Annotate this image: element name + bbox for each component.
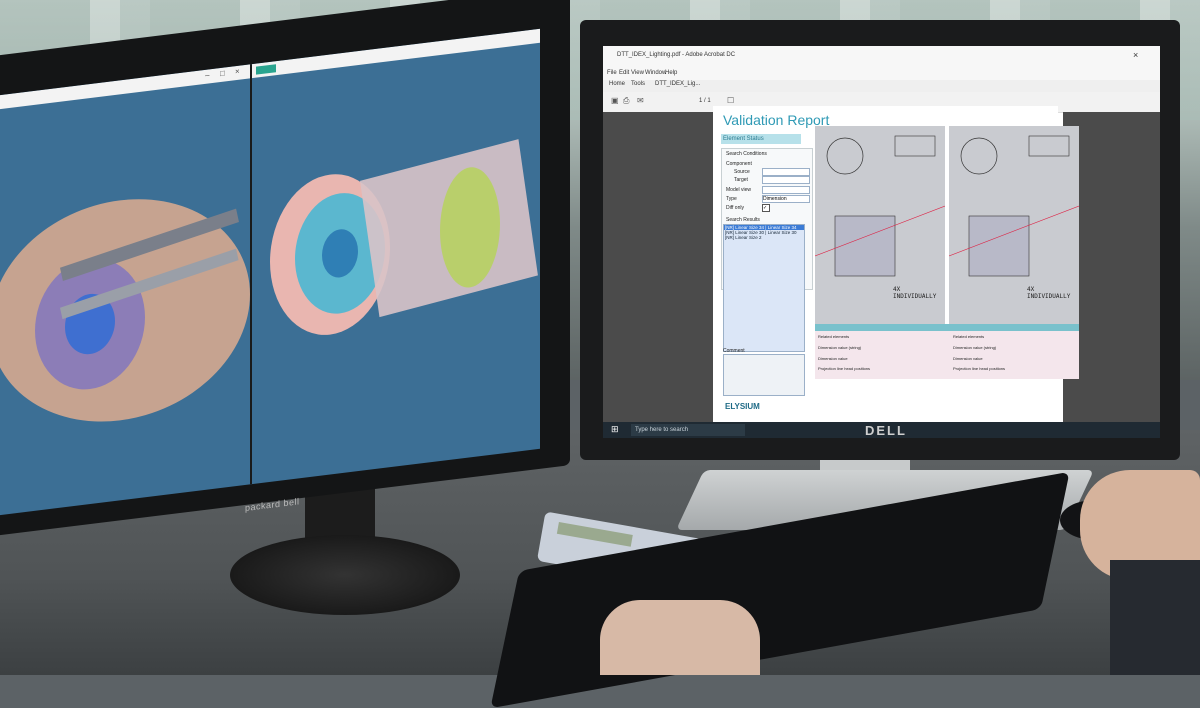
mail-icon[interactable]: ✉ xyxy=(637,96,644,105)
close-icon[interactable]: × xyxy=(1133,50,1138,60)
drawing-label: 4X INDIVIDUALLY xyxy=(893,286,937,300)
acrobat-menubar: File Edit View Window Help xyxy=(603,70,1160,80)
windows-start-icon[interactable]: ⊞ xyxy=(611,424,619,435)
report-subtitle: Element Status xyxy=(721,134,801,144)
table-row: Dimension value (string) xyxy=(953,345,997,350)
viewer-badge xyxy=(256,64,276,75)
page-indicator: 1 / 1 xyxy=(699,98,711,104)
maximize-icon[interactable]: □ xyxy=(220,68,228,78)
calculator-display xyxy=(556,521,633,547)
save-icon[interactable]: ▣ xyxy=(611,96,619,105)
search-results-list[interactable]: [NR] Linear Size 34 | Linear Size 34 [NR… xyxy=(723,224,805,352)
left-monitor-stand xyxy=(230,535,460,615)
table-row: Related elements xyxy=(818,334,850,339)
acrobat-titlebar: DTT_IDEX_Lighting.pdf - Adobe Acrobat DC… xyxy=(603,46,1160,71)
model-view-label: Model view xyxy=(726,187,752,193)
document-gutter-left xyxy=(603,112,713,422)
pdf-page: Validation Report Element Status Search … xyxy=(713,106,1079,426)
target-select[interactable] xyxy=(762,176,810,184)
left-monitor-screen: – □ × xyxy=(0,28,540,516)
table-row: Projection line head positions xyxy=(953,366,1006,371)
properties-table: Related elements Dimension value (string… xyxy=(815,331,1079,379)
menu-help[interactable]: Help xyxy=(665,70,677,76)
drawing-target: 4X INDIVIDUALLY xyxy=(949,126,1079,326)
tab-tools[interactable]: Tools xyxy=(631,81,645,87)
left-hand xyxy=(600,600,760,675)
left-monitor: – □ × packard bell xyxy=(0,0,580,580)
right-monitor-screen: DTT_IDEX_Lighting.pdf - Adobe Acrobat DC… xyxy=(603,46,1160,438)
list-item[interactable]: [NR] Linear Size 2 xyxy=(724,235,804,240)
minimize-icon[interactable]: – xyxy=(205,70,213,80)
component-label: Component xyxy=(726,161,752,167)
cad-gearbox-model xyxy=(0,139,538,422)
elysium-logo: ELYSIUM xyxy=(725,402,760,411)
print-icon[interactable]: ⎙ xyxy=(623,96,629,106)
search-results-label: Search Results xyxy=(726,217,760,223)
menu-edit[interactable]: Edit xyxy=(619,70,629,76)
source-label: Source xyxy=(734,169,750,175)
report-title: Validation Report xyxy=(723,112,830,128)
comment-icon[interactable]: ☐ xyxy=(727,96,734,105)
window-title: DTT_IDEX_Lighting.pdf - Adobe Acrobat DC xyxy=(617,52,736,58)
taskbar-search-input[interactable]: Type here to search xyxy=(631,424,745,436)
target-label: Target xyxy=(734,177,748,183)
acrobat-tabbar: Home Tools DTT_IDEX_Lig... xyxy=(603,80,1160,92)
search-conditions-label: Search Conditions xyxy=(726,151,767,157)
menu-window[interactable]: Window xyxy=(645,70,666,76)
comment-box[interactable] xyxy=(723,354,805,396)
type-label: Type xyxy=(726,196,737,202)
table-row: Dimension value (string) xyxy=(818,345,862,350)
diff-only-label: Diff only xyxy=(726,205,744,211)
menu-view[interactable]: View xyxy=(631,70,644,76)
type-select[interactable]: Dimension xyxy=(762,195,810,203)
sleeve xyxy=(1110,560,1200,675)
tab-document[interactable]: DTT_IDEX_Lig... xyxy=(655,81,700,87)
close-icon[interactable]: × xyxy=(235,67,243,77)
table-row: Projection line head positions xyxy=(818,366,871,371)
table-row: Related elements xyxy=(953,334,985,339)
drawing-label: 4X INDIVIDUALLY xyxy=(1027,286,1071,300)
drawing-source: 4X INDIVIDUALLY xyxy=(815,126,945,326)
source-select[interactable] xyxy=(762,168,810,176)
menu-file[interactable]: File xyxy=(607,70,617,76)
table-row: Dimension value xyxy=(818,356,848,361)
table-row: Dimension value xyxy=(953,356,983,361)
tab-home[interactable]: Home xyxy=(609,81,625,87)
model-view-select[interactable] xyxy=(762,186,810,194)
diff-only-checkbox[interactable]: ✓ xyxy=(762,204,770,212)
dell-logo: DELL xyxy=(865,423,907,438)
